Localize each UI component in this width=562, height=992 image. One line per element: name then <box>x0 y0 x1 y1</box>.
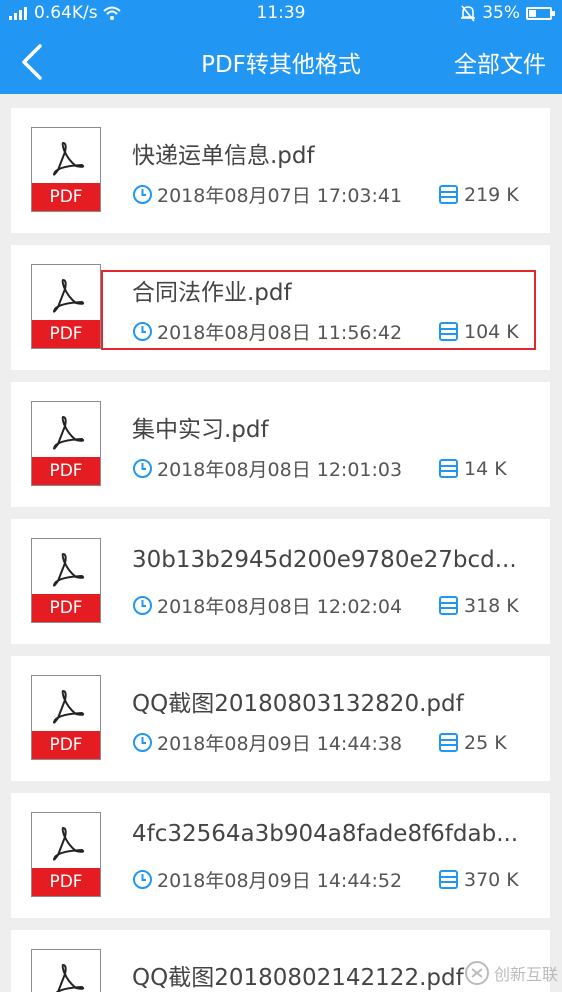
file-name: QQ截图20180803132820.pdf <box>132 691 464 717</box>
file-datetime: 2018年08月08日 12:01:03 <box>157 459 403 481</box>
file-name: QQ截图20180802142122.pdf <box>132 965 464 991</box>
file-meta: 2018年08月08日 11:56:42 104 K <box>132 318 519 345</box>
file-size: 318 K <box>464 594 519 617</box>
clock-icon <box>133 596 152 615</box>
battery-icon <box>526 6 555 20</box>
storage-icon <box>439 459 458 478</box>
file-meta: 2018年08月08日 12:01:03 14 K <box>132 455 507 482</box>
app-header: PDF转其他格式 全部文件 <box>0 28 562 94</box>
file-size: 25 K <box>464 731 507 754</box>
file-datetime: 2018年08月08日 12:02:04 <box>157 596 403 618</box>
watermark-logo-icon <box>464 961 489 985</box>
file-item[interactable]: PDF 集中实习.pdf 2018年08月08日 12:01:03 14 K <box>11 382 550 507</box>
file-size: 370 K <box>464 868 519 891</box>
acrobat-icon <box>53 826 85 861</box>
file-datetime: 2018年08月09日 14:44:52 <box>157 870 403 892</box>
file-datetime: 2018年08月08日 11:56:42 <box>157 322 403 344</box>
file-item[interactable]: PDF QQ截图20180803132820.pdf 2018年08月09日 1… <box>11 656 550 781</box>
file-datetime: 2018年08月07日 17:03:41 <box>157 185 403 207</box>
file-size: 219 K <box>464 183 519 206</box>
file-size-group: 370 K <box>438 869 519 891</box>
storage-icon <box>439 596 458 615</box>
file-meta: 2018年08月07日 17:03:41 219 K <box>132 181 519 208</box>
pdf-file-icon: PDF <box>31 401 101 486</box>
acrobat-icon <box>53 552 85 587</box>
file-item[interactable]: PDF 4fc32564a3b904a8fade8f6fdab... 2018年… <box>11 793 550 918</box>
acrobat-icon <box>53 415 85 450</box>
acrobat-icon <box>53 141 85 176</box>
acrobat-icon <box>55 963 85 992</box>
file-item[interactable]: PDF 快递运单信息.pdf 2018年08月07日 17:03:41 219 … <box>11 108 550 233</box>
battery-percent: 35% <box>482 3 520 23</box>
file-meta: 2018年08月09日 14:44:52 370 K <box>132 866 519 893</box>
acrobat-icon <box>53 278 85 313</box>
acrobat-icon <box>53 689 85 724</box>
storage-icon <box>439 185 458 204</box>
file-meta: 2018年08月08日 12:02:04 318 K <box>132 592 519 619</box>
file-size-group: 14 K <box>438 458 507 480</box>
file-datetime: 2018年08月09日 14:44:38 <box>157 733 403 755</box>
file-name: 合同法作业.pdf <box>132 280 292 306</box>
clock-icon <box>133 733 152 752</box>
pdf-file-icon: PDF <box>31 675 101 760</box>
file-size-group: 25 K <box>438 732 507 754</box>
file-item[interactable]: PDF 30b13b2945d200e9780e27bcd... 2018年08… <box>11 519 550 644</box>
file-item[interactable]: PDF 合同法作业.pdf 2018年08月08日 11:56:42 104 K <box>11 245 550 370</box>
file-name: 30b13b2945d200e9780e27bcd... <box>132 547 517 573</box>
storage-icon <box>439 733 458 752</box>
file-name: 集中实习.pdf <box>132 417 269 443</box>
clock-icon <box>133 322 152 341</box>
pdf-file-icon: PDF <box>31 538 101 623</box>
watermark-text: 创新互联 <box>493 965 558 984</box>
file-name: 快递运单信息.pdf <box>132 143 315 169</box>
pdf-file-icon: PDF <box>31 264 101 349</box>
clock-icon <box>133 185 152 204</box>
all-files-button[interactable]: 全部文件 <box>454 45 546 79</box>
pdf-file-icon <box>31 949 101 992</box>
storage-icon <box>439 870 458 889</box>
file-size: 104 K <box>464 320 519 343</box>
storage-icon <box>439 322 458 341</box>
file-size-group: 104 K <box>438 321 519 343</box>
file-size-group: 219 K <box>438 184 519 206</box>
file-meta: 2018年08月09日 14:44:38 25 K <box>132 729 507 756</box>
file-size: 14 K <box>464 457 507 480</box>
status-right: 35% <box>460 3 555 23</box>
clock-icon <box>133 870 152 889</box>
pdf-file-icon: PDF <box>31 127 101 212</box>
pdf-file-icon: PDF <box>31 812 101 897</box>
file-name: 4fc32564a3b904a8fade8f6fdab... <box>132 821 519 847</box>
clock-icon <box>133 459 152 478</box>
status-bar: 0.64K/s 11:39 35% <box>0 0 562 28</box>
bell-muted-icon <box>461 5 476 21</box>
file-size-group: 318 K <box>438 595 519 617</box>
watermark: 创新互联 <box>464 960 558 986</box>
